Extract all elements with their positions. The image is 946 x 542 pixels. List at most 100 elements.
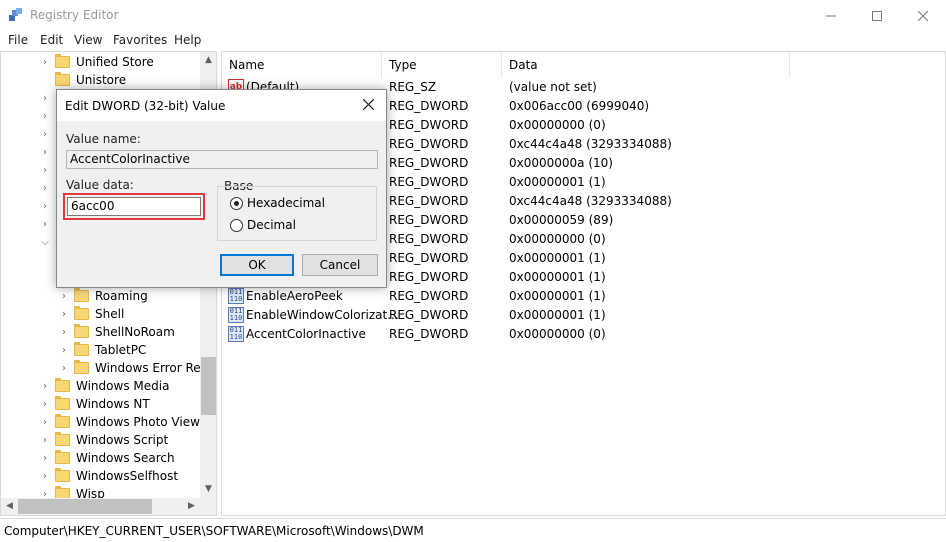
status-bar: Computer\HKEY_CURRENT_USER\SOFTWARE\Micr…	[0, 518, 946, 542]
tree-item[interactable]: › ShellNoRoam	[58, 323, 175, 341]
folder-icon	[74, 342, 89, 356]
chevron-right-icon[interactable]: ›	[58, 291, 70, 302]
dialog-close-button[interactable]	[355, 94, 381, 116]
chevron-right-icon[interactable]: ›	[58, 345, 70, 356]
chevron-right-icon[interactable]: ›	[39, 219, 51, 230]
chevron-right-icon[interactable]: ›	[58, 309, 70, 320]
ok-button[interactable]: OK	[220, 254, 294, 276]
tree-item[interactable]: ›	[39, 161, 51, 179]
maximize-icon	[872, 10, 882, 21]
dword-value-icon: 011 110	[228, 326, 244, 342]
chevron-right-icon[interactable]: ›	[39, 381, 51, 392]
chevron-right-icon[interactable]: ›	[58, 327, 70, 338]
tree-item[interactable]: ›	[39, 107, 51, 125]
column-header-type[interactable]: Type	[382, 52, 502, 78]
menu-favorites[interactable]: Favorites	[113, 33, 167, 47]
tree-item-expanded[interactable]: ⌵	[39, 233, 51, 251]
tree-item[interactable]: ›	[39, 179, 51, 197]
folder-icon	[55, 396, 70, 410]
tree-item-label: Unified Store	[76, 55, 154, 69]
tree-item[interactable]: › Unified Store	[39, 53, 154, 71]
value-row[interactable]: 011 110 AccentColorInactive REG_DWORD 0x0000…	[222, 325, 922, 344]
chevron-right-icon[interactable]: ›	[39, 129, 51, 140]
radio-unselected-icon	[230, 218, 243, 232]
scroll-left-arrow-icon[interactable]: ◀	[1, 498, 18, 515]
status-path: Computer\HKEY_CURRENT_USER\SOFTWARE\Micr…	[4, 524, 424, 538]
tree-item-label: Windows Media	[76, 379, 170, 393]
hexadecimal-radio[interactable]: Hexadecimal	[230, 196, 325, 210]
scroll-thumb[interactable]	[201, 357, 216, 415]
window-title: Registry Editor	[30, 8, 119, 22]
tree-item[interactable]: › Windows Search	[39, 449, 175, 467]
chevron-right-icon[interactable]: ›	[39, 183, 51, 194]
scroll-thumb[interactable]	[18, 499, 152, 514]
tree-item[interactable]: Unistore	[39, 71, 126, 89]
tree-item[interactable]: › WindowsSelfhost	[39, 467, 178, 485]
folder-icon	[74, 360, 89, 374]
cancel-button[interactable]: Cancel	[302, 254, 378, 276]
tree-item[interactable]: ›	[39, 215, 51, 233]
menu-file[interactable]: File	[8, 33, 28, 47]
value-data-input[interactable]: 6acc00	[67, 197, 201, 216]
tree-item[interactable]: › TabletPC	[58, 341, 146, 359]
value-name-field: AccentColorInactive	[66, 150, 378, 169]
value-row[interactable]: 011 110 EnableWindowColorizat... REG_DWORD 0…	[222, 306, 922, 325]
tree-item-label: Windows Error Repo	[95, 361, 216, 375]
close-button[interactable]	[900, 0, 946, 31]
chevron-right-icon[interactable]: ›	[39, 435, 51, 446]
tree-item[interactable]: › Windows Media	[39, 377, 169, 395]
chevron-down-icon[interactable]: ⌵	[39, 237, 51, 248]
tree-item[interactable]: › Windows Photo Viewer	[39, 413, 212, 431]
tree-horizontal-scrollbar[interactable]: ◀ ▶	[1, 498, 216, 515]
chevron-right-icon[interactable]: ›	[39, 165, 51, 176]
scroll-down-arrow-icon[interactable]: ▼	[200, 481, 216, 498]
close-icon	[362, 98, 374, 111]
chevron-right-icon[interactable]: ›	[39, 471, 51, 482]
value-row[interactable]: 011 110 EnableAeroPeek REG_DWORD 0x00000001 …	[222, 287, 922, 306]
folder-icon	[74, 306, 89, 320]
column-header-data[interactable]: Data	[502, 52, 790, 78]
decimal-radio[interactable]: Decimal	[230, 218, 296, 232]
value-data-label: Value data:	[66, 178, 134, 192]
tree-item[interactable]: › Roaming	[58, 287, 148, 305]
chevron-right-icon[interactable]: ›	[58, 363, 70, 374]
tree-item[interactable]: ›	[39, 197, 51, 215]
column-header-name[interactable]: Name	[222, 52, 382, 78]
folder-icon	[55, 468, 70, 482]
tree-item-label: Windows Search	[76, 451, 175, 465]
chevron-right-icon[interactable]: ›	[39, 57, 51, 68]
title-bar: Registry Editor	[0, 0, 946, 31]
chevron-right-icon[interactable]: ›	[39, 147, 51, 158]
tree-item[interactable]: › Windows NT	[39, 395, 150, 413]
tree-item-label: Roaming	[95, 289, 148, 303]
menu-edit[interactable]: Edit	[40, 33, 63, 47]
tree-item[interactable]: ›	[39, 125, 51, 143]
scroll-right-arrow-icon[interactable]: ▶	[183, 498, 200, 515]
tree-item[interactable]: ›	[39, 89, 51, 107]
dialog-title-bar: Edit DWORD (32-bit) Value	[57, 90, 386, 121]
tree-item-label: TabletPC	[95, 343, 147, 357]
dword-value-icon: 011 110	[228, 307, 244, 323]
tree-item[interactable]: › Shell	[58, 305, 124, 323]
chevron-right-icon[interactable]: ›	[39, 201, 51, 212]
menu-help[interactable]: Help	[174, 33, 201, 47]
chevron-right-icon[interactable]: ›	[39, 453, 51, 464]
minimize-button[interactable]	[808, 0, 854, 31]
chevron-right-icon[interactable]: ›	[39, 93, 51, 104]
tree-item-label: Windows Photo Viewer	[76, 415, 213, 429]
menu-bar: File Edit View Favorites Help	[0, 31, 946, 51]
tree-item[interactable]: › Windows Script	[39, 431, 168, 449]
menu-view[interactable]: View	[74, 33, 102, 47]
minimize-icon	[826, 15, 836, 16]
chevron-right-icon[interactable]: ›	[39, 417, 51, 428]
scroll-up-arrow-icon[interactable]: ▲	[200, 52, 216, 69]
folder-icon	[74, 324, 89, 338]
value-name-label: Value name:	[66, 132, 141, 146]
chevron-right-icon[interactable]: ›	[39, 399, 51, 410]
tree-item[interactable]: ›	[39, 143, 51, 161]
chevron-right-icon[interactable]: ›	[39, 111, 51, 122]
tree-item-label: ShellNoRoam	[95, 325, 175, 339]
maximize-button[interactable]	[854, 0, 900, 31]
tree-item-label: WindowsSelfhost	[76, 469, 179, 483]
tree-item[interactable]: › Windows Error Repo	[58, 359, 216, 377]
